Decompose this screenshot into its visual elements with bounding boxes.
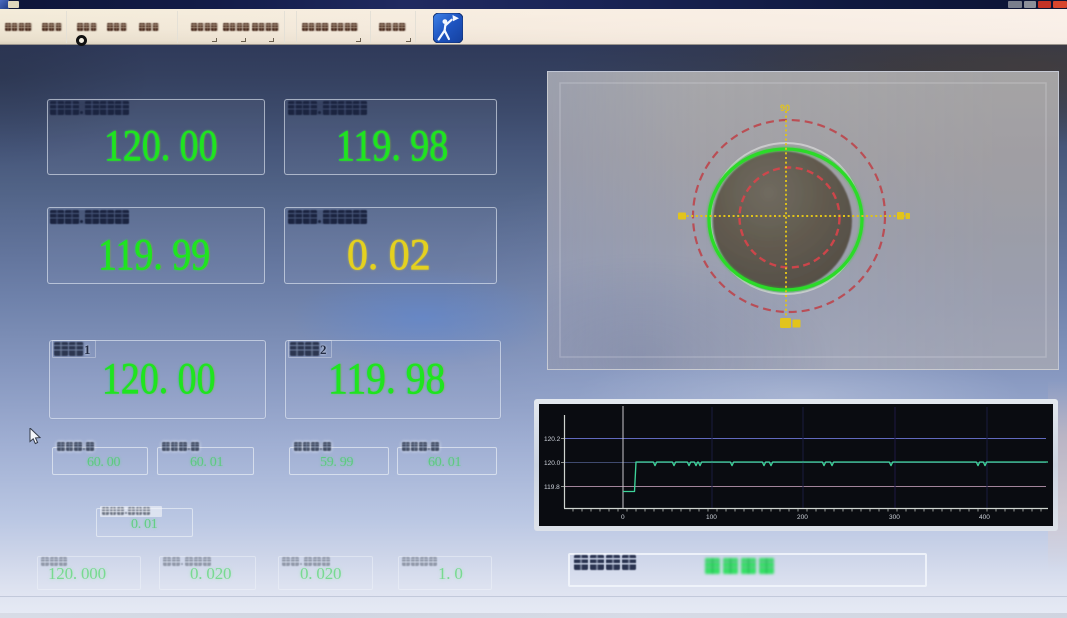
svg-text:400: 400	[979, 514, 990, 521]
svg-text:119.8: 119.8	[544, 484, 560, 491]
svg-text:120.2: 120.2	[544, 436, 561, 443]
svg-text:100: 100	[706, 514, 717, 521]
svg-text:0: 0	[621, 514, 625, 521]
svg-text:200: 200	[797, 514, 808, 521]
svg-text:120.0: 120.0	[544, 460, 561, 467]
svg-text:300: 300	[889, 514, 900, 521]
svg-text:90: 90	[780, 103, 790, 113]
